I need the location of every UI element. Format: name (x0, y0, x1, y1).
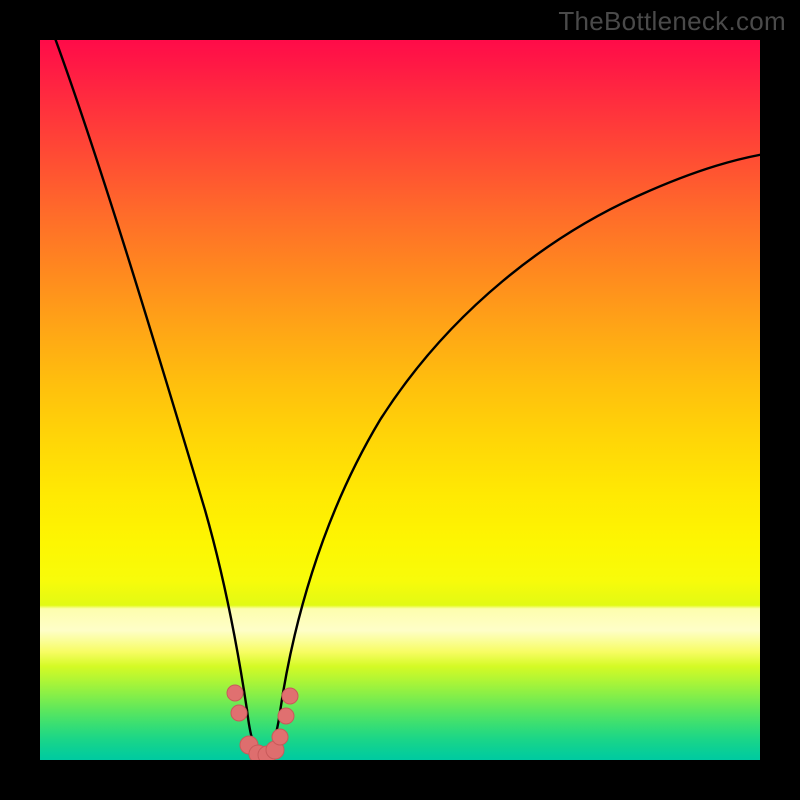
valley-markers (227, 685, 298, 760)
marker-dot (272, 729, 288, 745)
marker-dot (282, 688, 298, 704)
curve-right-branch (280, 153, 760, 712)
curve-left-branch (52, 40, 247, 710)
watermark-text: TheBottleneck.com (558, 6, 786, 37)
plot-area (40, 40, 760, 760)
marker-dot (231, 705, 247, 721)
curve-layer (40, 40, 760, 760)
marker-dot (227, 685, 243, 701)
marker-dot (278, 708, 294, 724)
chart-frame: TheBottleneck.com (0, 0, 800, 800)
